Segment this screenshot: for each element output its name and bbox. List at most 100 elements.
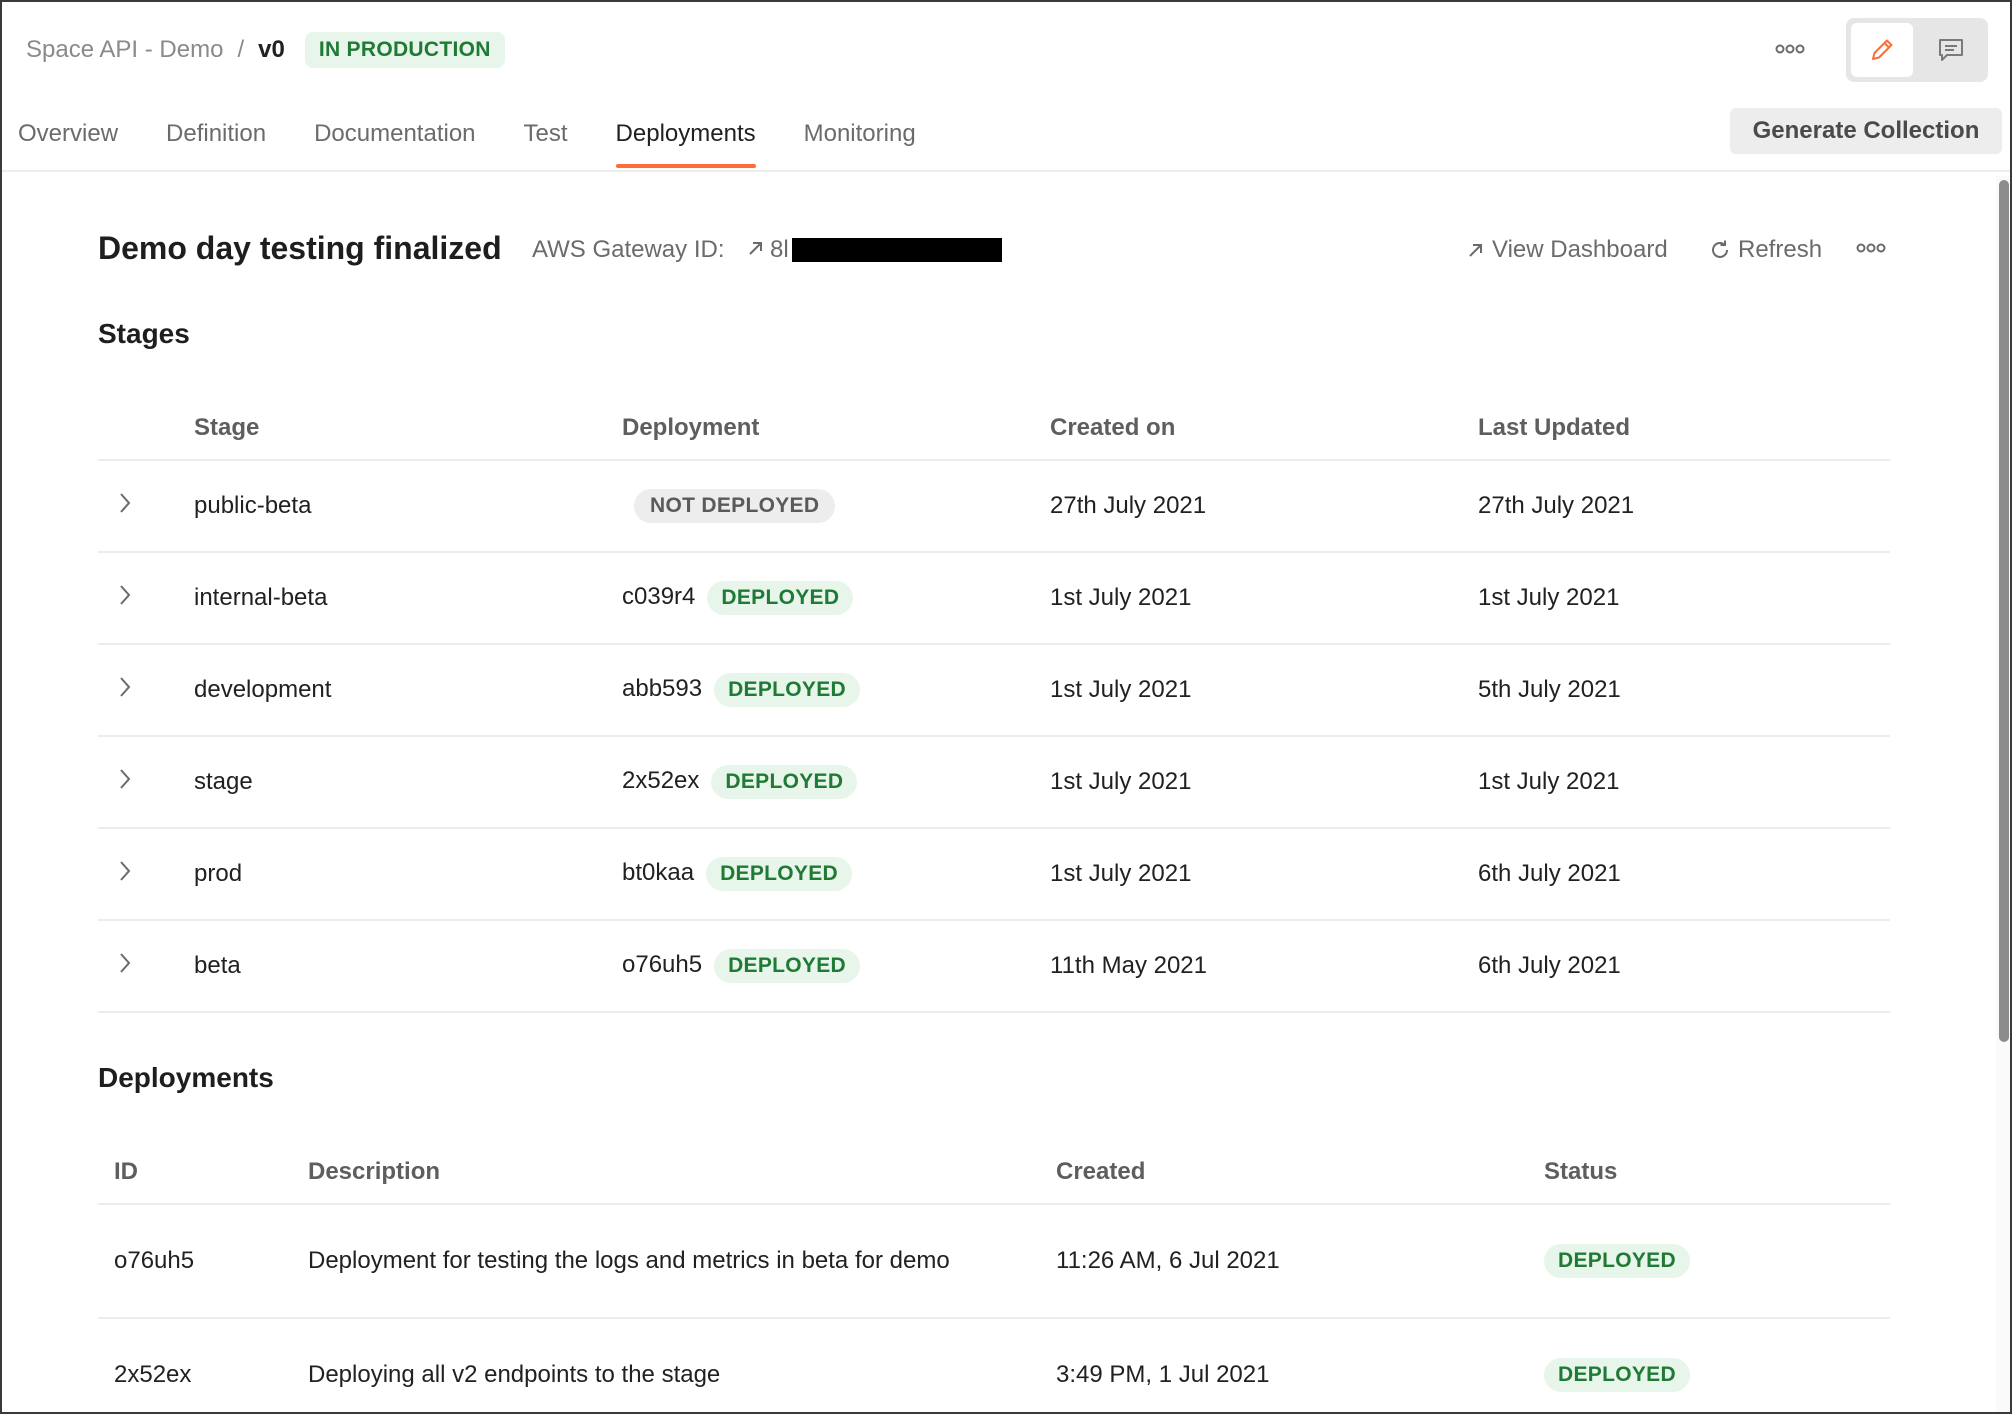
refresh-label: Refresh [1738,236,1823,263]
expand-cell[interactable] [98,644,194,737]
deployment-id[interactable]: 2x52ex [622,767,699,794]
expand-cell[interactable] [98,920,194,1013]
scrollbar-thumb[interactable] [1999,180,2009,1042]
column-header-created-on: Created on [1050,396,1478,461]
stage-row[interactable]: development abb593 DEPLOYED 1st July 2021… [98,644,1890,737]
deployment-row[interactable]: 2x52ex Deploying all v2 endpoints to the… [98,1318,1890,1412]
created-on: 1st July 2021 [1050,736,1478,829]
stage-row[interactable]: public-beta NOT DEPLOYED 27th July 2021 … [98,460,1890,553]
deployments-section-title: Deployments [98,1062,274,1093]
deployed-badge: DEPLOYED [1544,1244,1690,1278]
view-dashboard-label: View Dashboard [1492,236,1668,263]
column-header-id: ID [98,1140,308,1205]
generate-collection-button[interactable]: Generate Collection [1730,108,2002,154]
refresh-button[interactable]: Refresh [1708,236,1822,264]
tab-test[interactable]: Test [524,120,568,166]
deployment-cell: NOT DEPLOYED [622,460,1050,553]
created-on: 1st July 2021 [1050,828,1478,921]
edit-mode-button[interactable] [1851,23,1913,77]
view-mode-toggle [1846,18,1988,82]
stage-name: public-beta [194,460,622,553]
expand-cell[interactable] [98,736,194,829]
expand-cell[interactable] [98,552,194,645]
created-on: 1st July 2021 [1050,552,1478,645]
vertical-scrollbar[interactable] [1996,176,2010,1412]
deployment-status-cell: DEPLOYED [1544,1204,1890,1319]
production-status-badge: IN PRODUCTION [304,32,505,68]
stage-row[interactable]: beta o76uh5 DEPLOYED 11th May 2021 6th Ju… [98,920,1890,1013]
page-title: Demo day testing finalized [98,230,502,266]
created-on: 1st July 2021 [1050,644,1478,737]
comment-icon [1939,39,1963,61]
deployment-row[interactable]: o76uh5 Deployment for testing the logs a… [98,1204,1890,1319]
deployed-badge: DEPLOYED [711,765,858,799]
comments-button[interactable] [1920,23,1982,77]
deployment-more-button[interactable] [1856,240,1886,258]
external-link-icon [749,242,762,255]
breadcrumb-version[interactable]: v0 [258,36,285,64]
not-deployed-badge: NOT DEPLOYED [634,489,836,523]
deployments-header-row: ID Description Created Status [98,1140,1890,1205]
expand-cell[interactable] [98,460,194,553]
pencil-icon [1872,39,1893,60]
deployment-id[interactable]: bt0kaa [622,859,694,886]
deployments-table: ID Description Created Status o76uh5 Dep… [98,1140,1890,1412]
more-horizontal-icon [1856,243,1886,253]
tab-overview[interactable]: Overview [18,120,118,166]
last-updated: 27th July 2021 [1478,460,1890,553]
column-header-created: Created [1056,1140,1544,1205]
column-header-stage: Stage [194,396,622,461]
created-on: 11th May 2021 [1050,920,1478,1013]
deployment-cell: o76uh5 DEPLOYED [622,920,1050,1013]
view-dashboard-link[interactable]: View Dashboard [1466,236,1668,264]
deployment-id[interactable]: o76uh5 [622,951,702,978]
tab-monitoring[interactable]: Monitoring [804,120,916,166]
tab-deployments[interactable]: Deployments [615,120,756,168]
expand-cell[interactable] [98,828,194,921]
more-horizontal-icon [1775,44,1805,54]
stage-row[interactable]: stage 2x52ex DEPLOYED 1st July 2021 1st J… [98,736,1890,829]
more-options-button[interactable] [1770,32,1810,66]
deployment-id[interactable]: abb593 [622,675,702,702]
column-header-last-updated: Last Updated [1478,396,1890,461]
chevron-right-icon [120,492,131,513]
deployed-badge: DEPLOYED [707,581,854,615]
tab-documentation[interactable]: Documentation [314,120,475,166]
stage-row[interactable]: prod bt0kaa DEPLOYED 1st July 2021 6th Ju… [98,828,1890,921]
last-updated: 1st July 2021 [1478,736,1890,829]
stages-header-row: Stage Deployment Created on Last Updated [98,396,1890,461]
column-header-status: Status [1544,1140,1890,1205]
stage-name: beta [194,920,622,1013]
redacted-block [792,238,1002,262]
stage-name: development [194,644,622,737]
tab-definition[interactable]: Definition [166,120,266,166]
created-on: 27th July 2021 [1050,460,1478,553]
chevron-right-icon [120,860,131,881]
deployed-badge: DEPLOYED [1544,1358,1690,1392]
deployment-cell: abb593 DEPLOYED [622,644,1050,737]
deployment-created: 3:49 PM, 1 Jul 2021 [1056,1318,1544,1412]
deployment-cell: bt0kaa DEPLOYED [622,828,1050,921]
stage-row[interactable]: internal-beta c039r4 DEPLOYED 1st July 20… [98,552,1890,645]
deployment-id[interactable]: o76uh5 [98,1204,308,1319]
deployment-status-cell: DEPLOYED [1544,1318,1890,1412]
api-header: Space API - Demo / v0 IN PRODUCTION Over… [2,2,2010,172]
deployed-badge: DEPLOYED [714,949,861,983]
deployed-badge: DEPLOYED [706,857,852,891]
breadcrumb-api-name[interactable]: Space API - Demo [26,36,223,64]
gateway-id-value[interactable]: 8l [770,236,789,264]
deployment-id[interactable]: 2x52ex [98,1318,308,1412]
deployment-cell: c039r4 DEPLOYED [622,552,1050,645]
deployment-cell: 2x52ex DEPLOYED [622,736,1050,829]
chevron-right-icon [120,676,131,697]
last-updated: 6th July 2021 [1478,828,1890,921]
refresh-icon [1712,240,1728,258]
column-header-deployment: Deployment [622,396,1050,461]
deployment-description: Deploying all v2 endpoints to the stage [308,1318,1056,1412]
stages-section-title: Stages [98,318,190,349]
gateway-id-label: AWS Gateway ID: [532,236,725,263]
deployment-id[interactable]: c039r4 [622,583,695,610]
tab-bar: Overview Definition Documentation Test D… [18,120,964,168]
chevron-right-icon [120,584,131,605]
deployment-description: Deployment for testing the logs and metr… [308,1204,1056,1319]
